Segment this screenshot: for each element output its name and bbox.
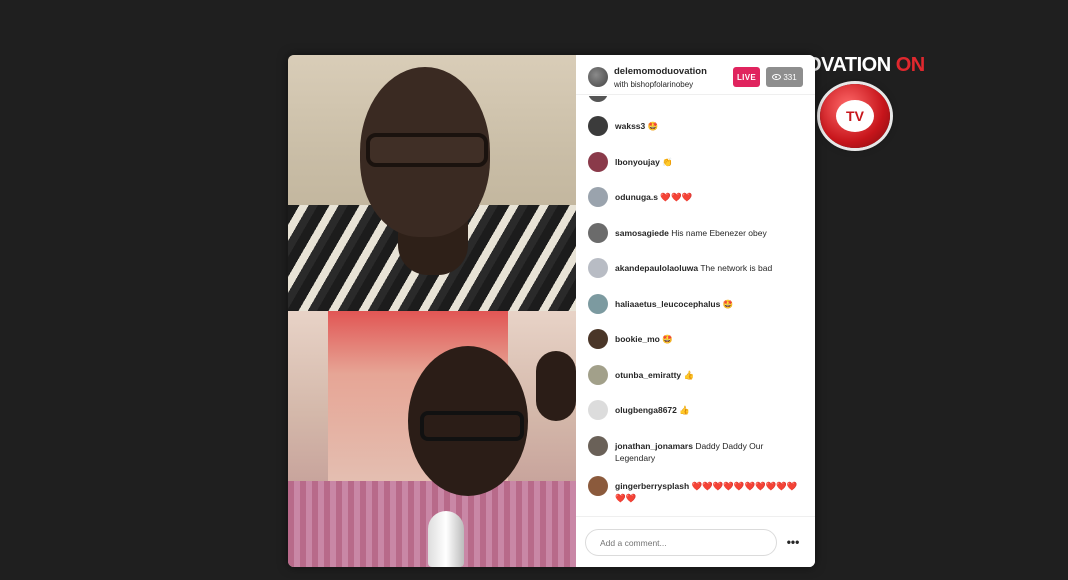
- comment-username[interactable]: otunba_emiratty: [615, 370, 681, 380]
- comment-item: olugbenga8672 👍: [588, 400, 810, 420]
- tv-logo-text: TV: [846, 108, 864, 124]
- brand-text: OVATION ON: [806, 54, 925, 77]
- with-guest-text[interactable]: with bishopfolarinobey: [614, 80, 693, 89]
- commenter-avatar[interactable]: [588, 152, 608, 172]
- commenter-avatar[interactable]: [588, 436, 608, 456]
- comment-item: bookie_mo 🤩: [588, 329, 810, 349]
- comment-username[interactable]: haliaaetus_leucocephalus: [615, 299, 720, 309]
- comment-username[interactable]: bookie_mo: [615, 334, 660, 344]
- comment-footer: •••: [576, 516, 815, 567]
- commenter-avatar[interactable]: [588, 223, 608, 243]
- brand-text-accent: ON: [895, 54, 926, 76]
- stage: OVATION ON TV delemomoduovation with bis…: [0, 0, 1068, 580]
- viewer-count-badge[interactable]: 331: [766, 67, 803, 87]
- comment-username[interactable]: akandepaulolaoluwa: [615, 263, 698, 273]
- comment-username[interactable]: wakss3: [615, 121, 645, 131]
- microphone: [428, 511, 464, 567]
- live-window: delemomoduovation with bishopfolarinobey…: [288, 55, 815, 567]
- comment-username[interactable]: jonathan_jonamars: [615, 441, 693, 451]
- comment-username[interactable]: odunuga.s: [615, 192, 658, 202]
- host-video-feed[interactable]: [288, 55, 576, 311]
- comment-text: 👍: [683, 370, 695, 380]
- commenter-avatar[interactable]: [588, 294, 608, 314]
- comment-username[interactable]: samosagiede: [615, 228, 669, 238]
- partial-avatar: [588, 96, 608, 102]
- comment-text: His name Ebenezer obey: [671, 228, 767, 238]
- host-avatar[interactable]: [588, 67, 608, 87]
- commenter-avatar[interactable]: [588, 365, 608, 385]
- comment-text: 👍: [679, 405, 690, 415]
- comment-item: otunba_emiratty 👍: [588, 365, 810, 385]
- host-username[interactable]: delemomoduovation: [614, 66, 707, 77]
- guest-hand: [536, 351, 576, 421]
- live-video-area[interactable]: [288, 55, 576, 567]
- comments-panel: delemomoduovation with bishopfolarinobey…: [576, 55, 815, 567]
- eye-icon: [772, 74, 782, 80]
- comment-text: The network is bad: [700, 263, 773, 273]
- comment-username[interactable]: gingerberrysplash: [615, 481, 689, 491]
- comment-username[interactable]: olugbenga8672: [615, 405, 677, 415]
- guest-glasses: [420, 411, 524, 441]
- commenter-avatar[interactable]: [588, 258, 608, 278]
- live-header: delemomoduovation with bishopfolarinobey…: [576, 55, 815, 95]
- tv-logo-inner: TV: [836, 100, 874, 132]
- comment-item: haliaaetus_leucocephalus 🤩: [588, 294, 810, 314]
- comment-item: odunuga.s ❤️❤️❤️: [588, 187, 810, 207]
- comment-input[interactable]: [585, 529, 777, 556]
- live-badge: LIVE: [733, 67, 760, 87]
- comment-text: 🤩: [722, 299, 734, 309]
- comment-item: akandepaulolaoluwa The network is bad: [588, 258, 810, 278]
- comment-item: jonathan_jonamars Daddy Daddy Our Legend…: [588, 436, 810, 464]
- ovation-tv-brand: OVATION ON TV: [806, 54, 925, 150]
- tv-logo: TV: [820, 84, 890, 148]
- commenter-avatar[interactable]: [588, 476, 608, 496]
- comment-item: samosagiede His name Ebenezer obey: [588, 223, 810, 243]
- comment-username[interactable]: lbonyoujay: [615, 157, 660, 167]
- commenter-avatar[interactable]: [588, 187, 608, 207]
- commenter-avatar[interactable]: [588, 400, 608, 420]
- comment-item: wakss3 🤩: [588, 116, 810, 136]
- brand-text-main: OVATION: [806, 54, 891, 76]
- comment-item: lbonyoujay 👏: [588, 152, 810, 172]
- more-options-icon[interactable]: •••: [783, 532, 803, 552]
- viewer-count: 331: [783, 72, 797, 82]
- comment-text: 👏: [662, 157, 673, 167]
- comment-list[interactable]: wakss3 🤩 lbonyoujay 👏 odunuga.s ❤️❤️❤️ s…: [576, 96, 815, 516]
- commenter-avatar[interactable]: [588, 329, 608, 349]
- comment-item: gingerberrysplash ❤️❤️❤️❤️❤️❤️❤️❤️❤️❤️❤️…: [588, 476, 810, 504]
- host-glasses: [366, 133, 488, 167]
- commenter-avatar[interactable]: [588, 116, 608, 136]
- guest-video-feed[interactable]: [288, 311, 576, 567]
- comment-text: ❤️❤️❤️: [660, 192, 693, 202]
- comment-text: 🤩: [662, 334, 673, 344]
- comment-text: 🤩: [647, 121, 659, 131]
